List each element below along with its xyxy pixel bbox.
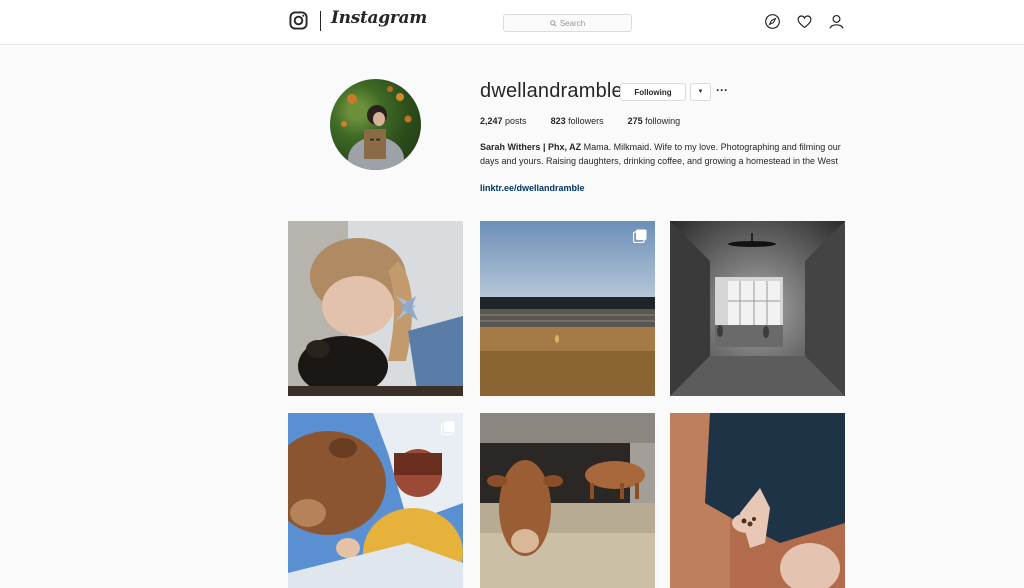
following-button[interactable]: Following bbox=[620, 83, 686, 101]
posts-count: 2,247 bbox=[480, 116, 503, 126]
profile-icon[interactable] bbox=[828, 13, 845, 30]
followers-label: followers bbox=[568, 116, 604, 126]
post-thumbnail[interactable] bbox=[670, 413, 845, 588]
followers-stat[interactable]: 823 followers bbox=[551, 116, 604, 126]
multiple-photos-icon bbox=[441, 421, 455, 435]
caret-down-icon: ▼ bbox=[697, 89, 704, 95]
avatar-photo: ▬ ▬ bbox=[341, 86, 412, 170]
multiple-photos-icon bbox=[633, 229, 647, 243]
followers-count: 823 bbox=[550, 116, 566, 126]
profile-avatar[interactable]: ▬ ▬ bbox=[330, 79, 421, 170]
post-thumbnail[interactable] bbox=[288, 413, 463, 588]
more-options-icon[interactable]: ··· bbox=[716, 83, 728, 97]
profile-username: dwellandramble bbox=[480, 80, 623, 102]
post-photo bbox=[288, 221, 463, 396]
search-input[interactable]: Search bbox=[503, 14, 632, 32]
suggestions-dropdown-button[interactable]: ▼ bbox=[690, 83, 711, 101]
profile-stats: 2,247 posts 823 followers 275 following bbox=[480, 116, 704, 126]
instagram-glyph-icon[interactable] bbox=[289, 11, 308, 30]
following-stat[interactable]: 275 following bbox=[628, 116, 681, 126]
post-photo bbox=[480, 413, 655, 588]
bio-link[interactable]: linktr.ee/dwellandramble bbox=[480, 183, 585, 193]
profile-bio: Sarah Withers | Phx, AZ Mama. Milkmaid. … bbox=[480, 140, 845, 168]
top-navigation-bar: Instagram Search bbox=[0, 0, 1024, 45]
avatar-sign-text: ▬ ▬ bbox=[369, 137, 380, 143]
post-thumbnail[interactable] bbox=[670, 221, 845, 396]
following-label: following bbox=[645, 116, 681, 126]
post-photo bbox=[670, 413, 845, 588]
logo-divider bbox=[320, 11, 321, 31]
search-icon bbox=[550, 19, 557, 27]
instagram-wordmark[interactable]: Instagram bbox=[331, 8, 427, 28]
post-thumbnail[interactable] bbox=[288, 221, 463, 396]
post-thumbnail[interactable] bbox=[480, 221, 655, 396]
compass-icon[interactable] bbox=[764, 13, 781, 30]
bio-name: Sarah Withers | Phx, AZ bbox=[480, 142, 582, 152]
posts-label: posts bbox=[505, 116, 527, 126]
following-count: 275 bbox=[627, 116, 643, 126]
post-thumbnail[interactable] bbox=[480, 413, 655, 588]
heart-icon[interactable] bbox=[796, 13, 813, 30]
post-photo bbox=[480, 221, 655, 396]
posts-stat: 2,247 posts bbox=[480, 116, 527, 126]
post-photo bbox=[670, 221, 845, 396]
post-photo bbox=[288, 413, 463, 588]
search-placeholder: Search bbox=[559, 18, 586, 28]
